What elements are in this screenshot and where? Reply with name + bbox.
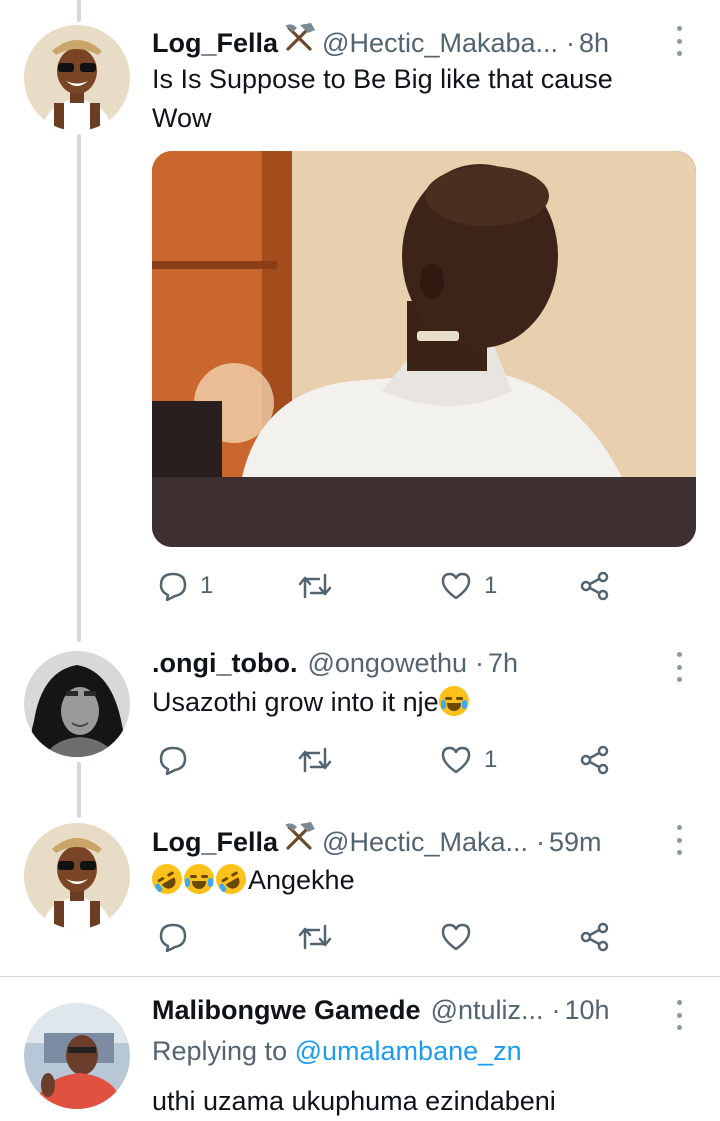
like-button[interactable]	[440, 917, 484, 957]
avatar[interactable]	[24, 1003, 130, 1109]
tweet-text-line: Wow	[152, 103, 212, 133]
tweet-actions: 1 1	[152, 566, 712, 606]
thread-line	[77, 134, 81, 642]
tweet-text: Usazothi grow into it nje	[152, 683, 471, 722]
hammer-pick-icon	[285, 23, 316, 51]
more-options-icon[interactable]	[672, 1000, 686, 1030]
timestamp[interactable]: 7h	[488, 648, 518, 679]
user-handle[interactable]: @ongowethu	[307, 648, 467, 679]
display-name[interactable]: Log_Fella	[152, 827, 278, 858]
heart-icon	[441, 572, 471, 600]
like-button[interactable]: 1	[440, 566, 497, 606]
like-button[interactable]: 1	[440, 740, 497, 780]
display-name[interactable]: Log_Fella	[152, 28, 278, 59]
display-name[interactable]: .ongi_tobo.	[152, 648, 297, 679]
reply-button[interactable]: 1	[158, 566, 213, 606]
reply-count: 1	[200, 572, 214, 599]
retweet-icon	[298, 924, 332, 950]
thread-line	[77, 0, 81, 22]
avatar[interactable]	[24, 651, 130, 757]
reply-icon	[159, 572, 187, 601]
divider	[0, 976, 720, 977]
tweet-text: uthi uzama ukuphuma ezindabeni	[152, 1082, 556, 1121]
retweet-button[interactable]	[298, 740, 344, 780]
reply-button[interactable]	[158, 740, 200, 780]
like-count: 1	[484, 572, 498, 599]
tweet-media[interactable]	[152, 151, 696, 547]
tweet-text-body: Usazothi grow into it nje	[152, 687, 439, 717]
reply-icon	[159, 923, 187, 952]
replying-to-label: Replying to	[152, 1036, 288, 1066]
timestamp[interactable]: 8h	[579, 28, 609, 59]
face-with-tears-of-joy-emoji	[184, 864, 214, 894]
more-options-icon[interactable]	[672, 652, 686, 682]
replying-to: Replying to @umalambane_zn	[152, 1036, 522, 1067]
avatar[interactable]	[24, 25, 130, 131]
replying-to-mention[interactable]: @umalambane_zn	[295, 1036, 522, 1066]
timestamp[interactable]: 59m	[549, 827, 602, 858]
like-count: 1	[484, 746, 498, 773]
share-button[interactable]	[580, 740, 610, 780]
retweet-button[interactable]	[298, 566, 344, 606]
avatar[interactable]	[24, 823, 130, 929]
tweet-text-line: Is Is Suppose to Be Big like that cause	[152, 64, 613, 94]
loudly-crying-face-emoji	[438, 686, 469, 716]
heart-icon	[441, 923, 471, 951]
hammer-pick-icon	[285, 822, 316, 850]
separator-dot: ·	[551, 995, 561, 1025]
user-handle[interactable]: @Hectic_Maka...	[322, 827, 528, 858]
share-icon	[580, 922, 609, 952]
separator-dot: ·	[566, 28, 576, 58]
separator-dot: ·	[536, 827, 545, 857]
share-icon	[580, 571, 609, 601]
display-name[interactable]: Malibongwe Gamede	[152, 995, 421, 1026]
media-photo	[152, 151, 696, 547]
rolling-on-floor-laughing-emoji	[210, 858, 252, 900]
tweet-text: Is Is Suppose to Be Big like that cause …	[152, 60, 613, 138]
more-options-icon[interactable]	[672, 26, 686, 56]
tweet-text-body: Angekhe	[248, 865, 355, 895]
rolling-on-floor-laughing-emoji	[146, 858, 188, 900]
retweet-icon	[298, 747, 332, 773]
retweet-button[interactable]	[298, 917, 344, 957]
tweet-actions	[152, 917, 712, 957]
thread-line	[77, 762, 81, 818]
user-handle[interactable]: @Hectic_Makaba...	[322, 28, 558, 59]
reply-button[interactable]	[158, 917, 200, 957]
reply-icon	[159, 746, 187, 775]
heart-icon	[441, 746, 471, 774]
share-button[interactable]	[580, 566, 610, 606]
tweet-actions: 1	[152, 740, 712, 780]
share-icon	[580, 745, 609, 775]
tweet-text-body: uthi uzama ukuphuma ezindabeni	[152, 1086, 556, 1116]
retweet-icon	[298, 573, 332, 599]
separator-dot: ·	[475, 648, 484, 678]
user-handle[interactable]: @ntuliz...	[431, 995, 544, 1026]
tweet-text: Angekhe	[146, 858, 355, 900]
timestamp[interactable]: 10h	[565, 995, 610, 1026]
more-options-icon[interactable]	[672, 825, 686, 855]
share-button[interactable]	[580, 917, 610, 957]
